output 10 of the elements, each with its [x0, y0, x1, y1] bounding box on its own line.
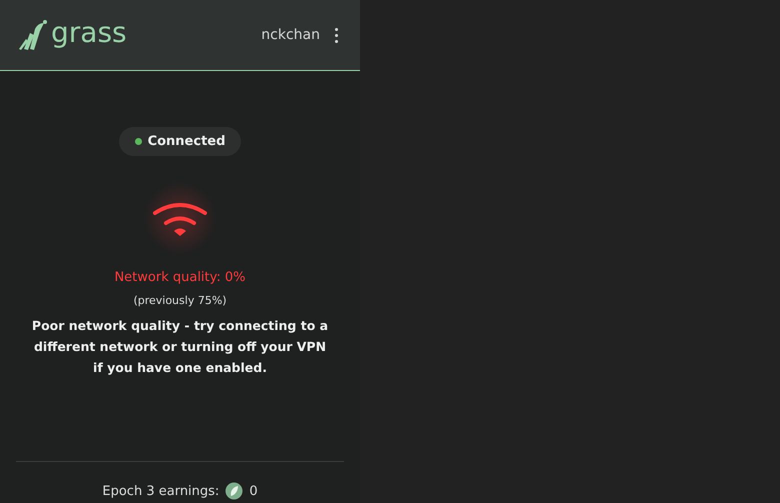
previous-quality: (previously 75%) [133, 292, 227, 308]
logo-icon [18, 19, 48, 51]
status-label: Connected [148, 132, 226, 151]
network-quality: Network quality: 0% [114, 269, 246, 287]
username: nckchan [261, 26, 320, 44]
leaf-coin-icon [225, 482, 244, 500]
earnings-label: Epoch 3 earnings: [102, 482, 220, 500]
network-message: Poor network quality - try connecting to a different network or turning off your VPN if you have one enabled. [30, 317, 330, 377]
earnings-value: 0 [249, 482, 258, 500]
logo-text: grass [51, 19, 127, 51]
